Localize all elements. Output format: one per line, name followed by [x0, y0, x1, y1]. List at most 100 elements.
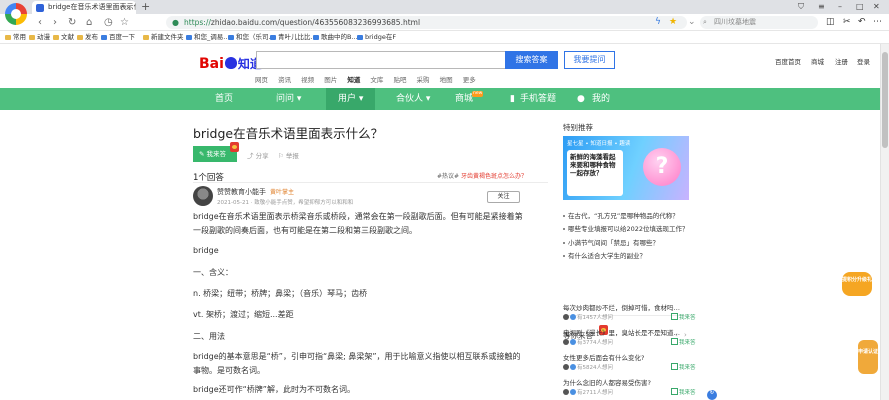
- author-name[interactable]: 赞赞教育小能手 黄叶掌主: [217, 187, 294, 197]
- forward-icon[interactable]: ›: [53, 15, 57, 30]
- share-link[interactable]: ⤴ 分享: [247, 150, 269, 160]
- nav-zhidao[interactable]: 知道: [347, 76, 360, 84]
- answer-link[interactable]: 我来答: [671, 338, 696, 346]
- question-title: bridge在音乐术语里面表示什么？: [193, 126, 384, 141]
- dropdown-chevron-icon[interactable]: ⌄: [688, 16, 696, 29]
- product-nav: 网页 资讯 视频 图片 知道 文库 贴吧 采购 地图 更多: [255, 74, 484, 84]
- hot-question[interactable]: 电视剧《漫长》里，臭站长是不是知道…: [563, 327, 680, 337]
- answer-paragraph: bridge还可作“桥牌”解，此时为不可数名词。: [193, 385, 355, 394]
- bookmark-star-icon[interactable]: ☆: [120, 15, 129, 30]
- hot-question[interactable]: 每次炒肉都炒不烂，倒掉可惜，食材吗…: [563, 302, 680, 312]
- history-icon[interactable]: ◷: [104, 15, 113, 30]
- bookmark-item[interactable]: 和您_调易...: [186, 31, 229, 43]
- search-answer-button[interactable]: 搜索答案: [505, 51, 558, 69]
- gnav-mine[interactable]: 我的: [592, 88, 610, 110]
- bookmark-item[interactable]: 新建文件夹: [143, 31, 184, 43]
- home-icon[interactable]: ⌂: [86, 15, 92, 30]
- featured-link[interactable]: 有什么适合大学生的副业？: [563, 250, 646, 260]
- gnav-mobile-answer[interactable]: 手机答题: [520, 88, 556, 110]
- featured-banner[interactable]: 星七星 ∙ 知道日报 ∙ 趣读 新鲜的海藻看起来要和哪种食物一起存放？ ?: [563, 136, 689, 200]
- nav-map[interactable]: 地图: [440, 76, 453, 84]
- back-icon[interactable]: ‹: [38, 15, 42, 30]
- report-link[interactable]: ⚐ 举报: [278, 150, 299, 160]
- page-scrollbar[interactable]: [880, 44, 889, 400]
- author-level: 黄叶掌主: [270, 189, 295, 196]
- bookmark-item[interactable]: 百度一下: [101, 31, 135, 43]
- link-mall[interactable]: 商城: [811, 56, 824, 66]
- banner-header: 星七星 ∙ 知道日报 ∙ 趣读: [567, 141, 631, 147]
- answer-paragraph: bridge在音乐术语里面表示桥梁音乐或桥段，通常会在第一段副歌后面。但有可能是…: [193, 212, 523, 235]
- answer-paragraph: bridge的基本意思是“桥”，引申可指“鼻梁; 鼻梁架”，用于比喻意义指使以相…: [193, 352, 521, 375]
- bookmark-item[interactable]: 歌曲中的B...: [313, 31, 358, 43]
- link-login[interactable]: 登录: [857, 56, 870, 66]
- answer-link[interactable]: 我来答: [671, 313, 696, 321]
- tab-close-icon[interactable]: ×: [125, 1, 132, 14]
- featured-link[interactable]: 在古代，“孔方兄”是哪种物品的代称？: [563, 210, 679, 220]
- nav-video[interactable]: 视频: [301, 76, 314, 84]
- phone-icon: ▮: [510, 94, 515, 104]
- url-field[interactable]: ● https://zhidao.baidu.com/question/4635…: [166, 16, 687, 29]
- featured-link[interactable]: 哪些专业填报可以给2022位填选现工作？: [563, 223, 689, 233]
- bookmark-item[interactable]: 发布: [77, 31, 98, 43]
- gnav-mall[interactable]: 商城: [455, 88, 473, 110]
- refresh-icon[interactable]: ↻: [707, 390, 717, 400]
- gnav-users[interactable]: 用户 ▾: [326, 88, 376, 110]
- link-baidu-home[interactable]: 百度首页: [775, 56, 801, 66]
- nav-web[interactable]: 网页: [255, 76, 268, 84]
- edit-icon: ✎: [199, 150, 207, 158]
- favorite-star-icon[interactable]: ★: [669, 16, 677, 29]
- featured-link[interactable]: 小满节气间间「禁忌」有哪些？: [563, 237, 659, 247]
- nav-news[interactable]: 资讯: [278, 76, 291, 84]
- minimize-button[interactable]: –: [838, 0, 842, 13]
- page-viewport: Bai 知道 搜索答案 我要提问 百度首页 商城 注册 登录 网页 资讯 视频 图…: [0, 44, 880, 400]
- skin-icon[interactable]: ⛉: [798, 0, 804, 13]
- author-avatar[interactable]: [193, 186, 213, 206]
- answer-meta: 2021-05-21 · 致敬小能手点赞，希望抑郁方可以和和和: [217, 200, 354, 206]
- answer-link[interactable]: 我来答: [671, 363, 696, 371]
- bookmark-item[interactable]: 文献: [53, 31, 74, 43]
- lightning-icon[interactable]: ϟ: [655, 16, 661, 29]
- scrollbar-thumb[interactable]: [882, 52, 888, 148]
- menu-icon[interactable]: ≡: [818, 0, 825, 13]
- ask-question-button[interactable]: 我要提问: [564, 51, 615, 69]
- follow-button[interactable]: 关注: [487, 191, 520, 203]
- share-icon: ⤴: [247, 152, 256, 160]
- bookmark-item[interactable]: 和您（乐司...: [228, 31, 275, 43]
- reload-icon[interactable]: ↻: [68, 15, 76, 30]
- bookmark-item[interactable]: 动漫: [29, 31, 50, 43]
- gnav-partner[interactable]: 合伙人 ▾: [396, 88, 430, 110]
- extension-icon[interactable]: ◫: [826, 16, 835, 29]
- nav-image[interactable]: 图片: [324, 76, 337, 84]
- hot-question[interactable]: 女性更多后面会有什么变化?: [563, 352, 644, 362]
- nav-purchase[interactable]: 采购: [417, 76, 430, 84]
- more-icon[interactable]: ⋯: [873, 16, 882, 29]
- browser-logo-icon[interactable]: [5, 3, 27, 25]
- banner-headline: 新鲜的海藻看起来要和哪种食物一起存放？: [567, 150, 623, 196]
- hot-question-meta: 有5824人想问: [563, 363, 613, 371]
- apply-certification-badge[interactable]: 申请认证: [858, 340, 878, 374]
- new-tab-button[interactable]: +: [141, 0, 150, 13]
- nav-tieba[interactable]: 贴吧: [393, 76, 406, 84]
- browser-tab[interactable]: bridge在音乐术语里面表示什么_百度知道 ×: [32, 1, 136, 14]
- nav-wenku[interactable]: 文库: [370, 76, 383, 84]
- cut-icon[interactable]: ✂: [843, 16, 851, 29]
- gnav-home[interactable]: 首页: [215, 88, 233, 110]
- points-upgrade-badge[interactable]: 提积分升级礼: [842, 272, 872, 296]
- undo-icon[interactable]: ↶: [858, 16, 866, 29]
- gnav-ask[interactable]: 问问 ▾: [276, 88, 301, 110]
- maximize-button[interactable]: □: [856, 0, 864, 13]
- close-window-button[interactable]: ✕: [873, 0, 880, 13]
- hot-topic-tag[interactable]: #热议# 牙齿黄褐色斑点怎么办？: [437, 171, 527, 180]
- bookmark-item[interactable]: 青叶儿比比...: [270, 31, 317, 43]
- nav-more[interactable]: 更多: [463, 76, 476, 84]
- baidu-zhidao-logo[interactable]: Bai 知道: [199, 55, 262, 72]
- browser-search-field[interactable]: ⌕ 四川坟墓地震: [700, 16, 818, 29]
- url-text: zhidao.baidu.com/question/46355608323699…: [210, 18, 421, 27]
- answer-link[interactable]: 我来答: [671, 388, 696, 396]
- hot-question[interactable]: 为什么念旧的人都容易受伤害?: [563, 377, 651, 387]
- bookmark-item[interactable]: 常用: [5, 31, 26, 43]
- bookmark-item[interactable]: bridge在F: [357, 31, 396, 43]
- question-search-input[interactable]: [256, 51, 505, 69]
- link-register[interactable]: 注册: [835, 56, 848, 66]
- hot-question-meta: 有1457人想问: [563, 313, 613, 321]
